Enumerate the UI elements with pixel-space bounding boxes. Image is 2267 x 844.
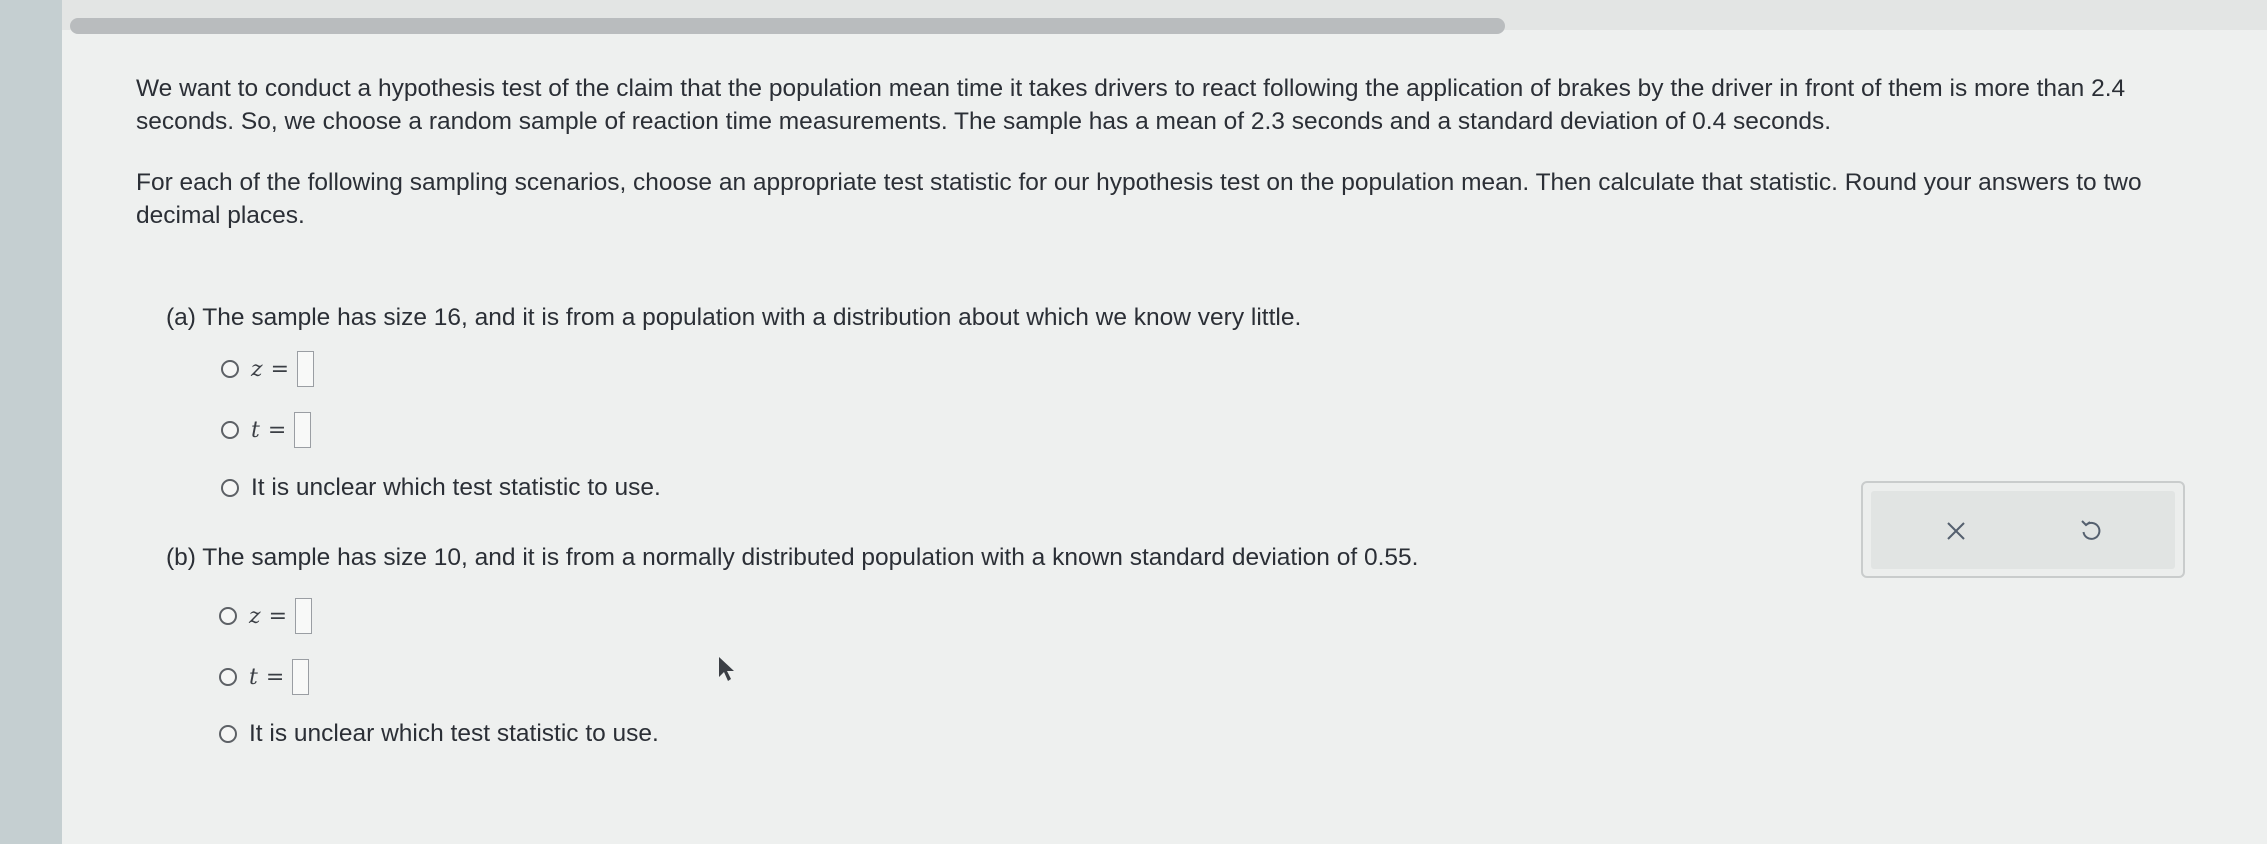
part-a-z-answer-box[interactable] <box>297 351 315 387</box>
equals-sign: = <box>265 664 285 690</box>
radio-button[interactable] <box>219 668 237 686</box>
unclear-option-label: It is unclear which test statistic to us… <box>251 474 661 501</box>
variable-t: t <box>249 664 258 690</box>
part-b-t-answer-box[interactable] <box>292 659 310 695</box>
undo-button[interactable] <box>2071 511 2111 551</box>
part-b-option-unclear[interactable]: It is unclear which test statistic to us… <box>219 714 659 754</box>
part-b-z-answer-box[interactable] <box>295 598 313 634</box>
equals-sign: = <box>270 356 290 382</box>
radio-button[interactable] <box>221 421 239 439</box>
part-b-option-t[interactable]: t = <box>219 657 310 697</box>
close-icon <box>1947 522 1965 540</box>
horizontal-scrollbar[interactable] <box>70 18 1505 34</box>
part-a-option-z[interactable]: z = <box>221 349 315 389</box>
variable-t: t <box>251 417 260 443</box>
part-a-title: (a) The sample has size 16, and it is fr… <box>166 304 1302 331</box>
left-edge <box>0 0 62 844</box>
part-a-option-unclear[interactable]: It is unclear which test statistic to us… <box>221 468 661 508</box>
radio-button[interactable] <box>221 360 239 378</box>
part-a-option-t[interactable]: t = <box>221 410 312 450</box>
unclear-option-label: It is unclear which test statistic to us… <box>249 720 659 747</box>
tool-panel-inner <box>1871 491 2175 569</box>
part-a: (a) The sample has size 16, and it is fr… <box>166 302 1301 334</box>
question-content: We want to conduct a hypothesis test of … <box>136 72 2196 232</box>
answer-tool-panel <box>1861 481 2185 578</box>
equals-sign: = <box>268 603 288 629</box>
part-b: (b) The sample has size 10, and it is fr… <box>166 542 1418 574</box>
radio-button[interactable] <box>221 479 239 497</box>
part-b-option-z[interactable]: z = <box>219 596 313 636</box>
mouse-pointer-icon <box>719 657 734 681</box>
clear-button[interactable] <box>1936 511 1976 551</box>
radio-button[interactable] <box>219 725 237 743</box>
equals-sign: = <box>267 417 287 443</box>
part-a-t-answer-box[interactable] <box>294 412 312 448</box>
question-instructions: For each of the following sampling scena… <box>136 169 2142 229</box>
variable-z: z <box>251 356 263 382</box>
undo-icon <box>2081 520 2101 540</box>
part-b-title: (b) The sample has size 10, and it is fr… <box>166 544 1419 571</box>
question-intro: We want to conduct a hypothesis test of … <box>136 75 2126 135</box>
radio-button[interactable] <box>219 607 237 625</box>
page: We want to conduct a hypothesis test of … <box>62 0 2267 844</box>
variable-z: z <box>249 603 261 629</box>
